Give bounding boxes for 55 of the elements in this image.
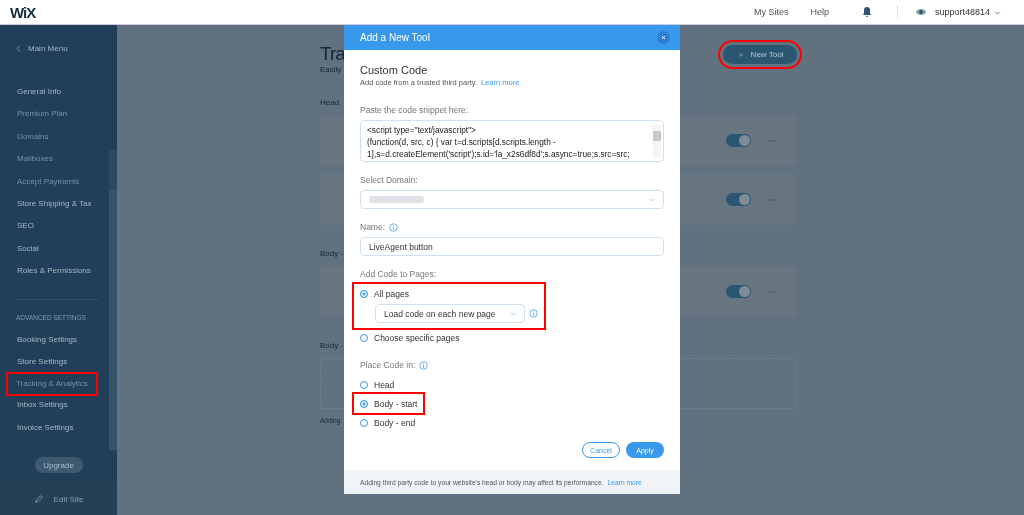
field-label: Select Domain: <box>360 175 419 185</box>
sidebar-item[interactable]: Store Shipping & Tax <box>16 192 93 216</box>
plus-icon <box>736 50 745 59</box>
load-dropdown[interactable]: Load code on each new page <box>375 304 525 323</box>
scroll-bar[interactable] <box>653 125 661 157</box>
info-icon <box>529 309 538 318</box>
pencil-icon <box>33 494 44 504</box>
dialog-heading: Custom Code <box>360 64 429 76</box>
field-label: Add Code to Pages: <box>360 269 438 279</box>
radio-option[interactable]: All pages <box>360 286 538 301</box>
toggle[interactable] <box>726 285 751 298</box>
page-subtitle: Easily <box>320 65 342 74</box>
sidebar-item[interactable]: Invoice Settings <box>16 416 75 440</box>
sidebar-item[interactable]: Inbox Settings <box>16 394 69 417</box>
sidebar-item[interactable]: Store Settings <box>16 350 69 374</box>
sidebar-item[interactable]: SEO <box>16 215 35 238</box>
back-link[interactable]: Main Menu <box>28 43 68 53</box>
field-label: Name: <box>360 222 386 232</box>
sidebar-item[interactable]: Roles & Permissions <box>16 260 92 283</box>
radio-option[interactable]: Body - start <box>360 396 418 411</box>
radio-option[interactable]: Choose specific pages <box>360 330 460 345</box>
back-icon <box>14 43 23 53</box>
toggle[interactable] <box>726 134 751 147</box>
section-heading: Body - <box>320 341 344 350</box>
nav-link[interactable]: My Sites <box>753 7 789 17</box>
caret-icon <box>509 309 518 318</box>
avatar-icon <box>914 6 927 18</box>
upgrade-button[interactable]: Upgrade <box>34 457 83 473</box>
page-title: Tra <box>320 43 345 65</box>
user-menu[interactable]: support48814 <box>934 7 990 17</box>
section-heading: Body - <box>320 249 344 258</box>
field-label: Paste the code snippet here: <box>360 105 470 115</box>
edit-site-button[interactable]: Edit Site <box>0 483 117 515</box>
info-icon <box>389 222 399 232</box>
radio-option[interactable]: Head <box>360 377 395 392</box>
scroll-bar[interactable] <box>109 150 117 450</box>
section-heading: Head <box>320 98 340 107</box>
sidebar-item[interactable]: General Info <box>16 81 63 104</box>
close-button[interactable] <box>657 31 670 44</box>
logo[interactable]: WiX <box>10 3 36 21</box>
sidebar-item[interactable]: Social <box>16 237 40 261</box>
domain-dropdown[interactable] <box>360 190 664 209</box>
dialog-title: Add a New Tool <box>360 32 431 43</box>
toggle[interactable] <box>726 193 751 206</box>
info-icon <box>419 360 429 370</box>
blurred-value <box>369 196 424 203</box>
code-field[interactable]: <script type="text/javascript"> (function(d, src, c) { var t=d.scripts[d.scripts.length - 1],s=d.createElement('script');s.id='la_x2s6df8d';s.async=true;s.src=src; <box>360 120 664 162</box>
name-field[interactable]: LiveAgent button <box>360 237 664 256</box>
nav-link[interactable]: Help <box>810 7 829 17</box>
close-icon <box>659 33 668 42</box>
sidebar-item[interactable]: Booking Settings <box>16 328 79 351</box>
caret-icon <box>648 195 657 204</box>
field-label: Place Code in: <box>360 360 416 370</box>
radio-option[interactable]: Body - end <box>360 415 416 430</box>
bell-icon <box>860 6 873 18</box>
